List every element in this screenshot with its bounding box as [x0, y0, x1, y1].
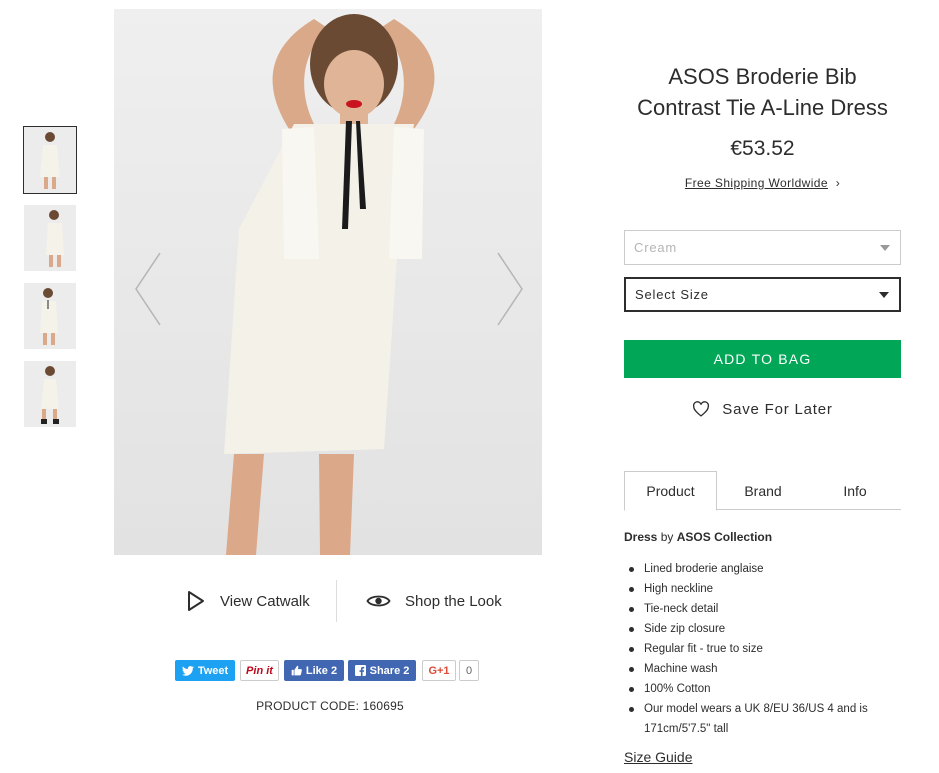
main-product-image: [114, 9, 542, 555]
view-catwalk-label: View Catwalk: [220, 592, 310, 610]
product-price: €53.52: [730, 137, 795, 160]
tab-brand[interactable]: Brand: [717, 471, 809, 510]
product-code: PRODUCT CODE: 160695: [256, 699, 404, 713]
product-tabs: Product Brand Info: [624, 471, 901, 511]
product-type: Dress: [624, 530, 658, 544]
shipping-info: Free Shipping Worldwide ›: [624, 176, 901, 190]
colour-select[interactable]: Cream: [624, 230, 901, 265]
save-for-later-button[interactable]: Save For Later: [624, 398, 901, 420]
facebook-share-button[interactable]: Share 2: [348, 660, 416, 681]
eye-icon: [366, 595, 391, 607]
thumbnail-4[interactable]: [24, 361, 76, 427]
chevron-down-icon: [880, 244, 890, 251]
tweet-label: Tweet: [197, 664, 229, 677]
list-item: Side zip closure: [624, 619, 914, 639]
google-plus-label: G+1: [428, 664, 450, 677]
size-select-placeholder: Select Size: [635, 287, 709, 302]
thumbs-up-icon: [291, 665, 302, 676]
dress-thumbnail-image: [24, 361, 76, 427]
list-item: Tie-neck detail: [624, 599, 914, 619]
shipping-chevron-icon: ›: [835, 176, 841, 190]
shop-the-look-button[interactable]: Shop the Look: [366, 588, 502, 614]
thumbnail-1[interactable]: [23, 126, 77, 194]
google-plus-button[interactable]: G+1: [422, 660, 456, 681]
next-image-arrow-icon[interactable]: [492, 249, 526, 329]
shop-the-look-label: Shop the Look: [405, 592, 502, 610]
list-item: Lined broderie anglaise: [624, 559, 914, 579]
description-heading: Dress by ASOS Collection: [624, 530, 904, 544]
list-item: 100% Cotton: [624, 679, 914, 699]
tweet-button[interactable]: Tweet: [175, 660, 235, 681]
pin-it-button[interactable]: Pin it: [240, 660, 279, 681]
facebook-like-label: Like 2: [305, 664, 338, 677]
product-title: ASOS Broderie Bib Contrast Tie A-Line Dr…: [637, 64, 888, 120]
dress-thumbnail-image: [24, 205, 76, 271]
size-select[interactable]: Select Size: [624, 277, 901, 312]
facebook-like-button[interactable]: Like 2: [284, 660, 344, 681]
google-plus-count-value: 0: [465, 664, 473, 677]
google-plus-count: 0: [459, 660, 479, 681]
thumbnail-3[interactable]: [24, 283, 76, 349]
brand-name: ASOS Collection: [676, 530, 773, 544]
pin-it-label: Pin it: [246, 664, 273, 677]
chevron-down-icon: [879, 291, 889, 298]
thumbnail-2[interactable]: [24, 205, 76, 271]
facebook-share-label: Share 2: [369, 664, 410, 677]
tab-product[interactable]: Product: [624, 471, 717, 511]
twitter-bird-icon: [181, 665, 194, 676]
tab-info[interactable]: Info: [809, 471, 901, 510]
list-item: Our model wears a UK 8/EU 36/US 4 and is…: [624, 699, 914, 739]
view-catwalk-button[interactable]: View Catwalk: [186, 588, 310, 614]
free-shipping-link[interactable]: Free Shipping Worldwide: [685, 176, 828, 190]
list-item: Regular fit - true to size: [624, 639, 914, 659]
previous-image-arrow-icon[interactable]: [132, 249, 166, 329]
dress-thumbnail-image: [24, 127, 76, 193]
save-for-later-label: Save For Later: [722, 400, 833, 418]
dress-thumbnail-image: [24, 283, 76, 349]
facebook-icon: [354, 665, 366, 676]
add-to-bag-button[interactable]: ADD TO BAG: [624, 340, 901, 378]
colour-select-value: Cream: [634, 240, 678, 255]
dress-photo: [114, 9, 542, 555]
list-item: High neckline: [624, 579, 914, 599]
product-details-list: Lined broderie anglaise High neckline Ti…: [624, 559, 914, 739]
play-icon: [188, 591, 204, 611]
list-item: Machine wash: [624, 659, 914, 679]
heart-icon: [693, 401, 710, 417]
media-divider: [336, 580, 337, 622]
size-guide-link[interactable]: Size Guide: [624, 749, 692, 765]
by-label: by: [660, 530, 674, 544]
